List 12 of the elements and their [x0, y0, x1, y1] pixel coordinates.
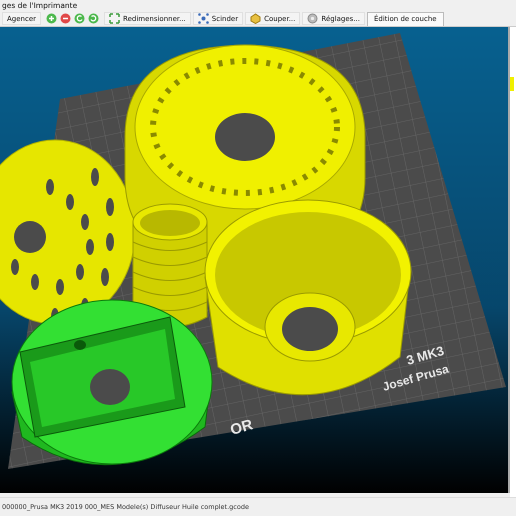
bed-label: OR — [228, 416, 255, 439]
rotate-left-icon[interactable] — [74, 13, 86, 24]
cube-icon — [250, 13, 262, 24]
remove-icon[interactable] — [60, 13, 72, 24]
preset-marker — [510, 77, 514, 91]
settings-icon — [307, 13, 318, 24]
split-parts-icon — [198, 13, 209, 24]
rotate-right-icon[interactable] — [88, 13, 100, 24]
add-icon[interactable] — [46, 13, 58, 24]
bed-label: 3 MK3 — [404, 342, 446, 368]
resize-corners-icon — [109, 13, 120, 24]
3d-viewport[interactable]: 3 MK3 Josef Prusa OR — [0, 27, 510, 493]
